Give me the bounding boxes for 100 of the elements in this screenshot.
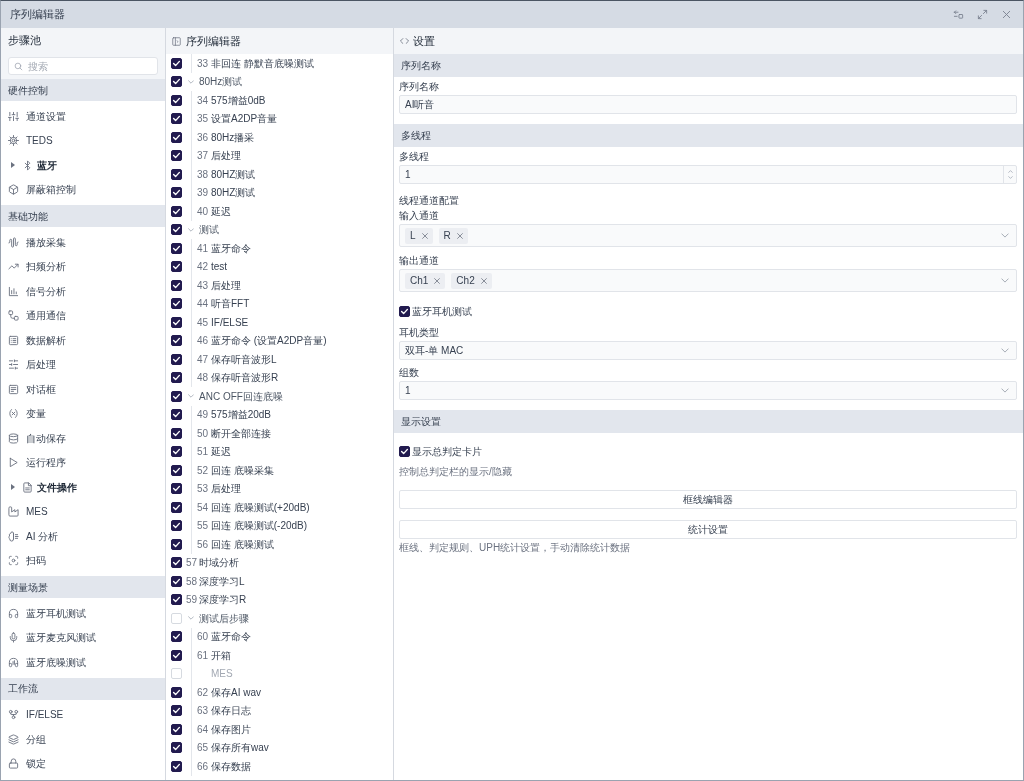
- checkbox[interactable]: [171, 723, 182, 735]
- hint-text: 框线、判定规则、UPH统计设置，手动清除统计数据: [399, 541, 631, 555]
- close-icon[interactable]: [434, 277, 441, 284]
- sidebar-item[interactable]: 分组: [1, 727, 165, 752]
- sidebar-item[interactable]: IF/ELSE: [1, 702, 165, 727]
- checkbox[interactable]: [171, 279, 182, 291]
- checkbox[interactable]: [171, 742, 182, 754]
- sidebar-item[interactable]: 扫频分析: [1, 254, 165, 279]
- sidebar-item[interactable]: 信号分析: [1, 279, 165, 304]
- checkbox[interactable]: [171, 557, 182, 569]
- sidebar-item[interactable]: 播放采集: [1, 230, 165, 255]
- step-label: 保存数据: [211, 759, 251, 774]
- sidebar-item[interactable]: 后处理: [1, 352, 165, 377]
- checkbox[interactable]: [171, 353, 182, 365]
- sidebar-item[interactable]: 数据解析: [1, 328, 165, 353]
- sidebar-item[interactable]: 蓝牙麦克风测试: [1, 625, 165, 650]
- checkbox[interactable]: [171, 94, 182, 106]
- checkbox[interactable]: [171, 483, 182, 495]
- sidebar-item[interactable]: 蓝牙底噪测试: [1, 650, 165, 675]
- caret-right-icon[interactable]: [11, 162, 15, 169]
- panel-title: 步骤池: [8, 33, 41, 49]
- step-label: 时域分析: [199, 556, 239, 571]
- checkbox[interactable]: [171, 631, 182, 643]
- search-field[interactable]: 搜索: [8, 57, 158, 75]
- checkbox[interactable]: [171, 390, 182, 402]
- action-button[interactable]: 统计设置: [399, 520, 1017, 539]
- step-label: 保存听音波形L: [211, 352, 277, 367]
- step-label: 保存听音波形R: [211, 371, 279, 386]
- checkbox[interactable]: [171, 649, 182, 661]
- group-label: 测试: [199, 223, 219, 238]
- checkbox[interactable]: [171, 316, 182, 328]
- checkbox[interactable]: [171, 464, 182, 476]
- checkbox[interactable]: [399, 445, 410, 457]
- step-label: 蓝牙命令: [211, 241, 251, 256]
- sliders-horizontal-icon: [8, 359, 19, 371]
- step-number: 40: [197, 204, 210, 219]
- action-button[interactable]: 框线编辑器: [399, 490, 1017, 509]
- caret-right-icon[interactable]: [11, 484, 15, 491]
- close-icon[interactable]: [456, 232, 463, 239]
- checkbox[interactable]: [171, 168, 182, 180]
- sidebar-item[interactable]: 对话框: [1, 377, 165, 402]
- sidebar-item[interactable]: MES: [1, 499, 165, 524]
- sidebar-item[interactable]: 扫码: [1, 548, 165, 573]
- close-icon[interactable]: [480, 277, 487, 284]
- checkbox[interactable]: [171, 427, 182, 439]
- tag-chip[interactable]: L: [405, 227, 433, 244]
- checkbox[interactable]: [171, 150, 182, 162]
- checkbox[interactable]: [171, 372, 182, 384]
- sidebar-group-item[interactable]: 蓝牙: [1, 153, 165, 178]
- checkbox[interactable]: [171, 594, 182, 606]
- sidebar-item[interactable]: TEDS: [1, 128, 165, 153]
- sidebar-item[interactable]: 蓝牙耳机测试: [1, 601, 165, 626]
- checkbox[interactable]: [171, 409, 182, 421]
- step-number: 52: [197, 463, 210, 478]
- sidebar-group-item[interactable]: 文件操作: [1, 475, 165, 500]
- panel-icon[interactable]: [172, 36, 181, 46]
- checkbox[interactable]: [171, 575, 182, 587]
- select-field[interactable]: 1: [399, 381, 1017, 400]
- multi-select-field[interactable]: Ch1 Ch2: [399, 269, 1017, 292]
- checkbox[interactable]: [171, 520, 182, 532]
- checkbox[interactable]: [171, 298, 182, 310]
- tag-chip[interactable]: Ch1: [405, 272, 446, 289]
- step-number: 55: [197, 519, 210, 534]
- multi-select-field[interactable]: L R: [399, 224, 1017, 247]
- checkbox[interactable]: [171, 224, 182, 236]
- checkbox[interactable]: [171, 446, 182, 458]
- step-label: 回连 底噪采集: [211, 463, 274, 478]
- checkbox[interactable]: [171, 501, 182, 513]
- checkbox[interactable]: [171, 538, 182, 550]
- checkbox[interactable]: [171, 205, 182, 217]
- checkbox[interactable]: [171, 187, 182, 199]
- sidebar-item[interactable]: 屏蔽箱控制: [1, 177, 165, 202]
- bar-chart-icon: [8, 285, 19, 297]
- sidebar-item[interactable]: 通用通信: [1, 303, 165, 328]
- checkbox[interactable]: [171, 335, 182, 347]
- sidebar-item[interactable]: 锁定: [1, 751, 165, 776]
- checkbox[interactable]: [171, 686, 182, 698]
- step-number: 44: [197, 297, 210, 312]
- checkbox[interactable]: [171, 113, 182, 125]
- checkbox[interactable]: [399, 305, 410, 317]
- step-number: 59: [186, 593, 199, 608]
- group-label: 测试后步骤: [199, 611, 249, 626]
- tag-chip[interactable]: Ch2: [451, 272, 492, 289]
- checkbox[interactable]: [171, 242, 182, 254]
- sidebar-item[interactable]: 通道设置: [1, 104, 165, 129]
- sidebar-item[interactable]: 运行程序: [1, 450, 165, 475]
- checkbox[interactable]: [171, 261, 182, 273]
- checkbox[interactable]: [171, 57, 182, 69]
- checkbox[interactable]: [171, 131, 182, 143]
- checkbox[interactable]: [171, 760, 182, 772]
- sidebar-item[interactable]: 变量: [1, 401, 165, 426]
- sidebar-item[interactable]: AI 分析: [1, 524, 165, 549]
- tag-chip[interactable]: R: [438, 227, 468, 244]
- sidebar-item[interactable]: 自动保存: [1, 426, 165, 451]
- checkbox[interactable]: [171, 705, 182, 717]
- checkbox[interactable]: [171, 76, 182, 88]
- input-field[interactable]: AI听音: [399, 95, 1017, 114]
- close-icon[interactable]: [421, 232, 428, 239]
- search-icon: [14, 61, 23, 71]
- select-field[interactable]: 双耳-单 MAC: [399, 341, 1017, 360]
